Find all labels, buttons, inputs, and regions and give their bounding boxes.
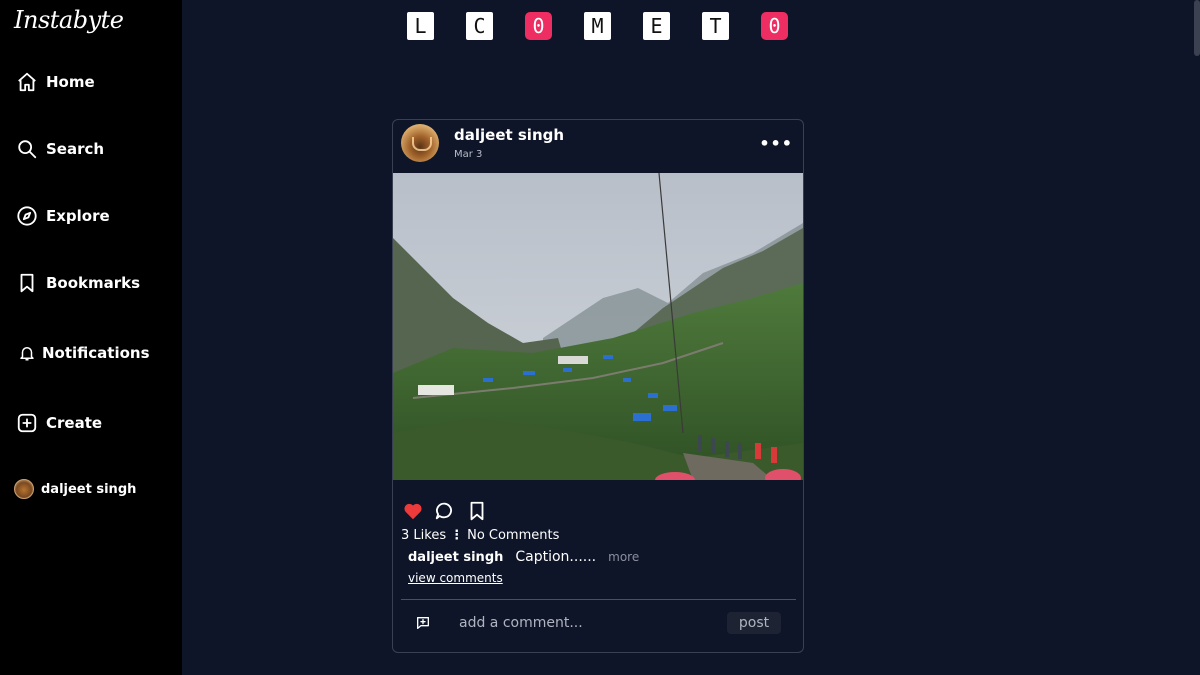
sidebar-item-profile[interactable]: daljeet singh <box>14 477 136 501</box>
comment-count: No Comments <box>467 528 560 543</box>
stats-separator: ⋮ <box>450 528 464 543</box>
post-card: daljeet singh Mar 3 ••• 3 Likes ⋮ No Com… <box>392 119 804 653</box>
letter-tile: M <box>584 12 611 40</box>
post-actions <box>402 500 488 522</box>
view-comments-link[interactable]: view comments <box>408 571 503 585</box>
like-count[interactable]: 3 Likes <box>401 528 446 543</box>
plus-square-icon <box>16 412 38 434</box>
caption-username[interactable]: daljeet singh <box>408 550 503 565</box>
comment-input[interactable] <box>459 612 709 634</box>
letter-tile: L <box>407 12 434 40</box>
post-username[interactable]: daljeet singh <box>454 126 564 144</box>
post-stats: 3 Likes ⋮ No Comments <box>401 528 559 543</box>
avatar[interactable] <box>401 124 439 162</box>
post-image <box>393 173 803 480</box>
home-icon <box>16 71 38 93</box>
heart-icon[interactable] <box>402 500 424 522</box>
sidebar-item-label: Bookmarks <box>46 274 141 292</box>
caption-more-link[interactable]: more <box>608 550 639 564</box>
app-logo[interactable]: Instabyte <box>14 6 124 34</box>
sidebar-item-explore[interactable]: Explore <box>16 204 110 228</box>
bookmark-icon[interactable] <box>466 500 488 522</box>
avatar <box>14 479 34 499</box>
letter-tile: E <box>643 12 670 40</box>
search-icon <box>16 138 38 160</box>
sidebar-item-notifications[interactable]: Notifications <box>16 341 150 365</box>
letter-tiles: L C 0 M E T 0 <box>407 12 820 40</box>
sidebar-item-bookmarks[interactable]: Bookmarks <box>16 271 140 295</box>
post-header: daljeet singh Mar 3 ••• <box>393 120 803 174</box>
sidebar-item-label: daljeet singh <box>41 481 137 497</box>
comment-icon[interactable] <box>434 500 456 522</box>
sidebar-item-label: Create <box>46 414 103 432</box>
sidebar: Instabyte Home Search Explore Bookmarks … <box>0 0 182 675</box>
letter-tile: T <box>702 12 729 40</box>
bell-icon <box>16 342 38 364</box>
bookmark-icon <box>16 272 38 294</box>
more-options-button[interactable]: ••• <box>759 134 793 153</box>
sidebar-item-label: Home <box>46 73 95 91</box>
caption-text: Caption...... <box>515 549 597 565</box>
post-date: Mar 3 <box>454 149 483 160</box>
sidebar-item-label: Search <box>46 140 105 158</box>
sidebar-item-search[interactable]: Search <box>16 137 104 161</box>
post-comment-button[interactable]: post <box>727 612 781 634</box>
caption-row: daljeet singh Caption...... more <box>408 549 639 565</box>
compass-icon <box>16 205 38 227</box>
sidebar-item-home[interactable]: Home <box>16 70 95 94</box>
letter-tile: C <box>466 12 493 40</box>
letter-tile: 0 <box>761 12 788 40</box>
add-comment-icon[interactable] <box>415 615 431 631</box>
comment-composer: post <box>393 600 803 652</box>
sidebar-item-label: Notifications <box>42 344 150 362</box>
scrollbar[interactable] <box>1194 0 1200 56</box>
sidebar-item-label: Explore <box>46 207 110 225</box>
sidebar-item-create[interactable]: Create <box>16 411 102 435</box>
letter-tile: 0 <box>525 12 552 40</box>
